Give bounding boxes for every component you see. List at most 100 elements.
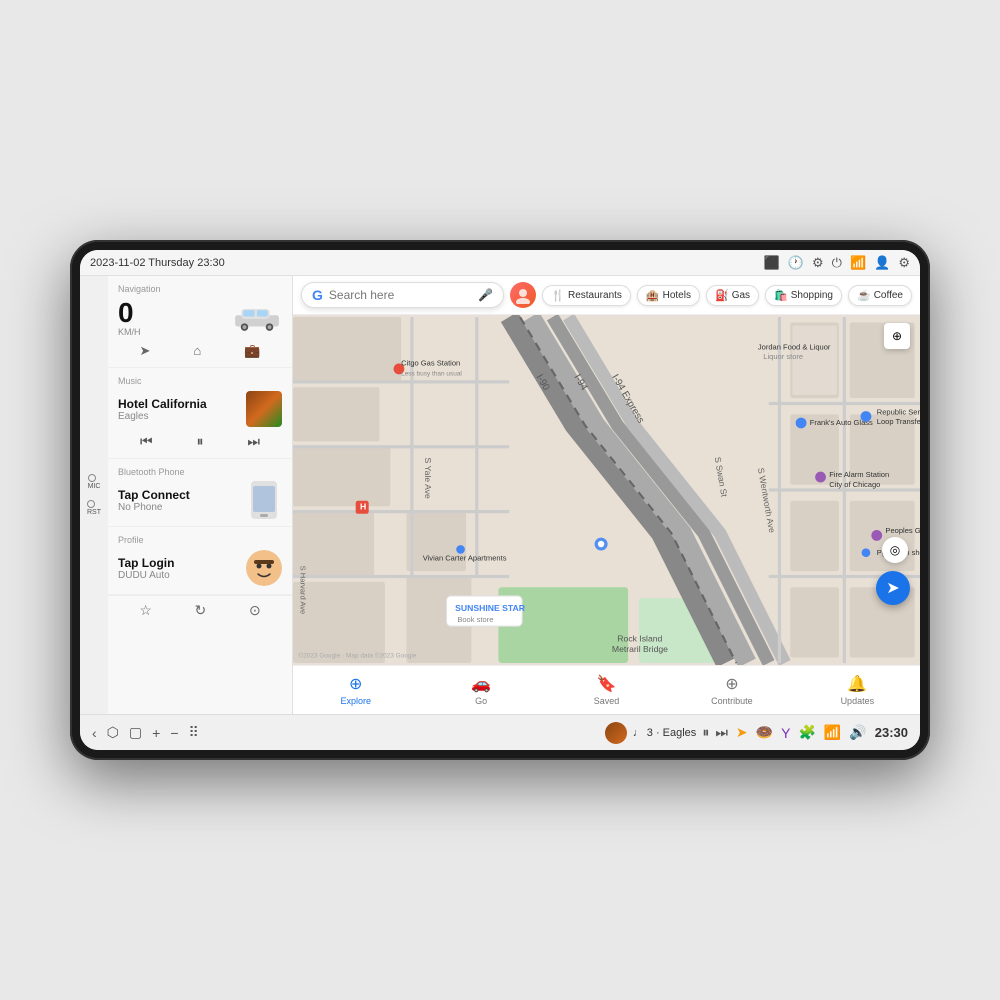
hotels-chip[interactable]: 🏨 Hotels	[637, 285, 700, 306]
updates-tab[interactable]: 🔔 Updates	[795, 671, 920, 709]
coffee-icon: ☕	[857, 289, 871, 302]
music-info-row: Hotel California Eagles	[118, 391, 282, 427]
music-label: Music	[118, 376, 282, 386]
svg-text:City of Chicago: City of Chicago	[829, 480, 880, 489]
contribute-tab[interactable]: ⊕ Contribute	[669, 671, 794, 709]
coffee-label: Coffee	[874, 290, 903, 301]
google-logo: G	[312, 287, 323, 303]
volume-icon[interactable]: 🔊	[849, 724, 866, 741]
donut-icon[interactable]: 🍩	[756, 724, 773, 741]
go-icon: 🚗	[471, 674, 491, 694]
speed-display: 0 KM/H	[118, 299, 141, 337]
svg-text:Peoples Gas South Shop: Peoples Gas South Shop	[885, 526, 920, 535]
yahoo-icon[interactable]: Y	[781, 725, 790, 741]
speed-value: 0	[118, 299, 134, 327]
music-title: Hotel California	[118, 397, 238, 411]
taskbar-next-button[interactable]: ⏭	[715, 724, 728, 741]
rst-button[interactable]: RST	[87, 500, 101, 516]
svg-text:S Harvard Ave: S Harvard Ave	[299, 566, 308, 615]
contribute-label: Contribute	[711, 696, 753, 706]
profile-section: Profile Tap Login DUDU Auto	[108, 527, 292, 595]
star-icon[interactable]: ☆	[139, 602, 152, 619]
taskbar: ‹ ⬡ ▢ + − ⠿ ♩ 3 · Eagles ⏸ ⏭ ➤ 🍩 Y 🧩	[80, 714, 920, 750]
back-button[interactable]: ‹	[92, 725, 97, 741]
updates-label: Updates	[841, 696, 875, 706]
music-track-info: ♩ 3 · Eagles	[633, 727, 697, 739]
side-buttons: MIC RST	[80, 276, 108, 714]
taskbar-pause-button[interactable]: ⏸	[702, 724, 709, 741]
user-avatar[interactable]	[510, 282, 536, 308]
prev-button[interactable]: ⏮	[140, 433, 153, 450]
bt-title: Tap Connect	[118, 488, 238, 502]
bt-info: Tap Connect No Phone	[118, 488, 238, 513]
bt-status: No Phone	[118, 502, 238, 513]
profile-sub: DUDU Auto	[118, 570, 238, 581]
apps-button[interactable]: ⠿	[189, 724, 199, 741]
car-icon	[232, 303, 282, 333]
explore-tab[interactable]: ⊕ Explore	[293, 671, 418, 709]
bluetooth-section: Bluetooth Phone Tap Connect No Phone	[108, 459, 292, 527]
taskbar-center: ♩ 3 · Eagles ⏸ ⏭	[605, 722, 728, 744]
profile-info: Tap Login DUDU Auto	[118, 556, 238, 581]
svg-text:Jordan Food & Liquor: Jordan Food & Liquor	[758, 342, 831, 351]
album-art	[246, 391, 282, 427]
go-tab[interactable]: 🚗 Go	[418, 671, 543, 709]
search-box[interactable]: G Search here 🎤	[301, 282, 504, 308]
speed-unit: KM/H	[118, 327, 141, 337]
gear-icon: ⚙	[898, 255, 910, 271]
timer-icon: 🕐	[788, 255, 804, 271]
svg-text:Republic Services: Republic Services	[877, 407, 920, 416]
music-section: Music Hotel California Eagles ⏮ ⏸ ⏭	[108, 368, 292, 459]
bluetooth-label: Bluetooth Phone	[118, 467, 282, 477]
mic-button[interactable]: MIC	[88, 474, 101, 490]
settings-circle-icon: ⚙	[812, 255, 824, 271]
add-button[interactable]: +	[152, 725, 160, 741]
bottom-panel-icons: ☆ ↻ ⊙	[108, 595, 292, 625]
home-icon[interactable]: ⌂	[193, 343, 201, 359]
status-bar: 2023-11-02 Thursday 23:30 ⬛ 🕐 ⚙ ⏻ 📶 👤 ⚙	[80, 250, 920, 276]
svg-text:Loop Transfer Station...: Loop Transfer Station...	[877, 417, 920, 426]
app-icon[interactable]: 🧩	[798, 724, 815, 741]
refresh-icon[interactable]: ↻	[195, 602, 207, 619]
svg-text:H: H	[360, 501, 366, 511]
recents-button[interactable]: ▢	[129, 724, 142, 741]
svg-text:Liquor store: Liquor store	[763, 352, 803, 361]
svg-text:Rock Island: Rock Island	[617, 633, 662, 643]
map-background[interactable]: I-90 I-94 I-94 Express S Yale Ave S Went…	[293, 315, 920, 665]
svg-text:S Yale Ave: S Yale Ave	[423, 458, 433, 499]
status-icons: ⬛ 🕐 ⚙ ⏻ 📶 👤 ⚙	[764, 255, 910, 271]
coffee-chip[interactable]: ☕ Coffee	[848, 285, 912, 306]
explore-icon: ⊕	[349, 674, 362, 694]
restaurants-chip[interactable]: 🍴 Restaurants	[542, 285, 631, 306]
shopping-chip[interactable]: 🛍️ Shopping	[765, 285, 842, 306]
next-button[interactable]: ⏭	[247, 433, 260, 450]
saved-tab[interactable]: 🔖 Saved	[544, 671, 669, 709]
filter-chips: 🍴 Restaurants 🏨 Hotels ⛽ Gas 🛍️	[542, 285, 912, 306]
track-label: ♩ 3 · Eagles	[633, 727, 697, 739]
settings-icon[interactable]: ⊙	[249, 602, 261, 619]
home-button[interactable]: ⬡	[107, 724, 119, 741]
nav-section: 0 KM/H	[118, 299, 282, 337]
wifi-taskbar-icon[interactable]: 📶	[824, 724, 841, 741]
minus-button[interactable]: −	[170, 725, 178, 741]
gas-chip[interactable]: ⛽ Gas	[706, 285, 759, 306]
hotels-icon: 🏨	[646, 289, 660, 302]
pause-button[interactable]: ⏸	[196, 433, 203, 450]
voice-search-icon[interactable]: 🎤	[478, 288, 493, 302]
work-icon[interactable]: 💼	[244, 343, 260, 359]
wifi-icon: 📶	[850, 255, 866, 271]
saved-label: Saved	[594, 696, 620, 706]
location-icon[interactable]: ➤	[736, 724, 748, 741]
screen: 2023-11-02 Thursday 23:30 ⬛ 🕐 ⚙ ⏻ 📶 👤 ⚙ …	[80, 250, 920, 750]
svg-text:SUNSHINE STAR: SUNSHINE STAR	[455, 603, 526, 613]
map-svg: I-90 I-94 I-94 Express S Yale Ave S Went…	[293, 315, 920, 665]
navigate-icon[interactable]: ➤	[140, 343, 151, 359]
compass-button[interactable]: ◎	[882, 537, 908, 563]
navigate-fab[interactable]: ➤	[876, 571, 910, 605]
navigation-label: Navigation	[118, 284, 282, 294]
layers-button[interactable]: ⊕	[884, 323, 910, 349]
shopping-icon: 🛍️	[774, 289, 788, 302]
nav-controls: ➤ ⌂ 💼	[118, 343, 282, 359]
left-panel: Navigation 0 KM/H	[108, 276, 293, 714]
search-input[interactable]: Search here	[329, 288, 472, 302]
